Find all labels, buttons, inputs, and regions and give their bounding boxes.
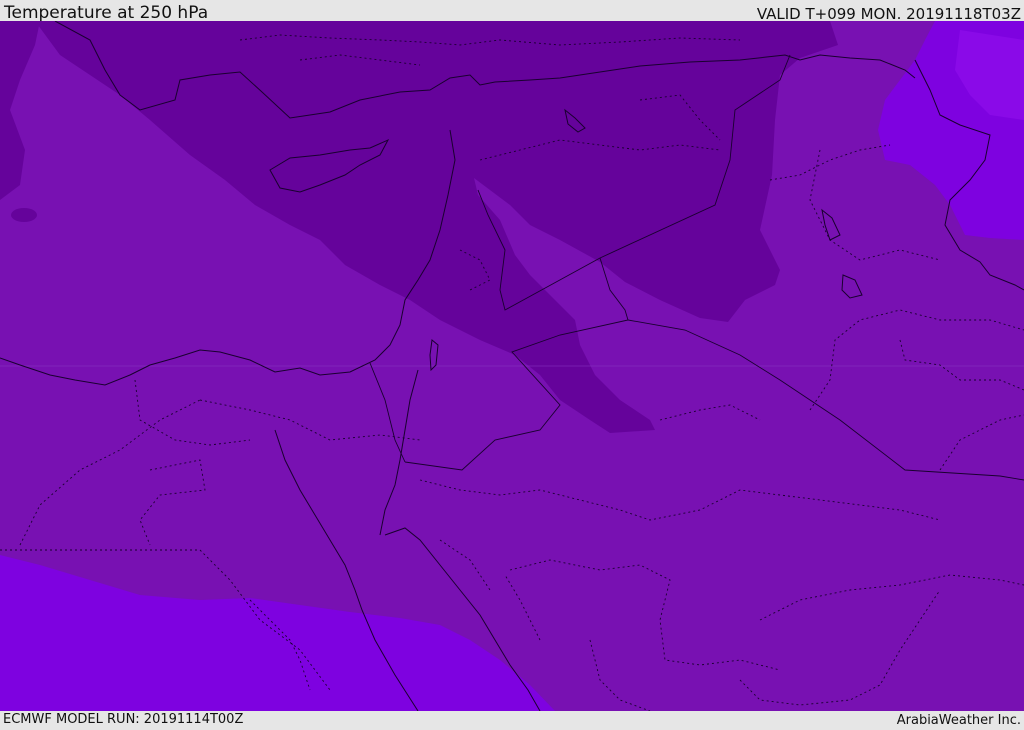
temperature-map: [0, 21, 1024, 711]
map-title: Temperature at 250 hPa: [4, 3, 209, 23]
footer-bar: ECMWF MODEL RUN: 20191114T00Z ArabiaWeat…: [0, 711, 1024, 729]
map-canvas[interactable]: [0, 21, 1024, 711]
temperature-field-cold-spot: [11, 208, 37, 222]
header-bar: Temperature at 250 hPa VALID T+099 MON. …: [0, 0, 1024, 23]
model-run-label: ECMWF MODEL RUN: 20191114T00Z: [3, 712, 244, 727]
credit-label: ArabiaWeather Inc.: [896, 713, 1021, 728]
